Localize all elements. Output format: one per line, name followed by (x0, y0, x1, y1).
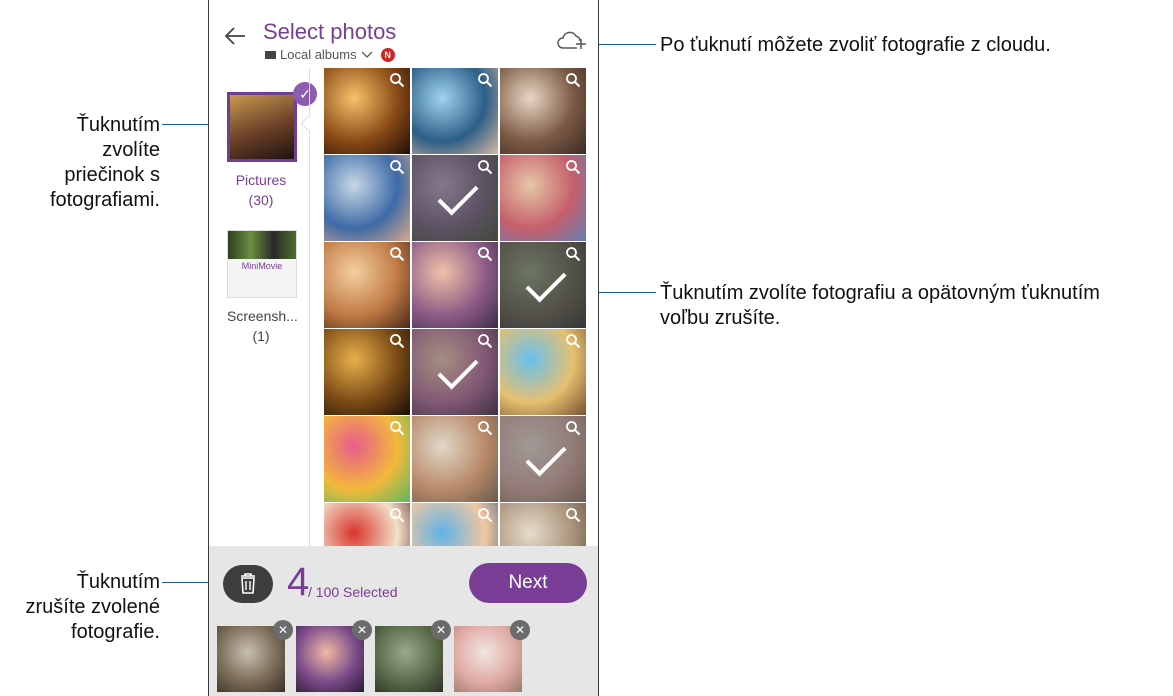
callout-folder-leader (162, 124, 214, 125)
folder-count: (1) (252, 328, 270, 344)
delete-button[interactable] (223, 565, 273, 603)
photo-tile[interactable] (412, 503, 498, 546)
photo-grid (324, 68, 586, 546)
thumbnail-text: MiniMovie (241, 261, 283, 271)
photo-tile[interactable] (324, 503, 410, 546)
photo-tile[interactable] (412, 155, 498, 241)
callout-cloud-leader (592, 44, 656, 45)
remove-icon[interactable]: ✕ (273, 620, 293, 640)
photo-tile[interactable] (500, 329, 586, 415)
photo-tile[interactable] (324, 68, 410, 154)
zoom-icon[interactable] (477, 507, 493, 523)
folder-pictures[interactable]: ✓ Pictures (30) (227, 82, 317, 210)
photo-tile[interactable] (500, 503, 586, 546)
check-icon (525, 435, 567, 477)
remove-icon[interactable]: ✕ (510, 620, 530, 640)
folder-name: Screensh... (1) (227, 306, 298, 346)
back-arrow-icon[interactable] (223, 24, 247, 53)
callout-folder-line-4: fotografiami. (49, 189, 160, 211)
check-icon: ✓ (293, 82, 317, 106)
zoom-icon[interactable] (389, 72, 405, 88)
album-label: Local albums (280, 47, 357, 62)
callout-folder-line-1: Ťuknutím (76, 114, 160, 136)
selected-count: 4 (287, 560, 310, 604)
chevron-down-icon (361, 51, 373, 58)
folder-screenshots[interactable]: MiniMovie Screensh... (1) (227, 230, 298, 346)
callout-cloud: Po ťuknutí môžete zvoliť fotografie z cl… (660, 34, 1051, 56)
album-icon (265, 50, 276, 59)
top-bar: Select photos Local albums N (209, 0, 598, 68)
zoom-icon[interactable] (389, 159, 405, 175)
remove-icon[interactable]: ✕ (431, 620, 451, 640)
photo-tile[interactable] (500, 416, 586, 502)
thumbnail-image (228, 231, 296, 259)
zoom-icon[interactable] (565, 333, 581, 349)
callout-photo-line-2: voľbu zrušíte. (660, 307, 781, 329)
callout-delete-line-3: fotografie. (71, 621, 160, 643)
photo-tile[interactable] (500, 68, 586, 154)
callout-folder: Ťuknutím zvolíte priečinok s fotografiam… (30, 113, 160, 213)
new-badge: N (380, 47, 395, 62)
zoom-icon[interactable] (477, 246, 493, 262)
zoom-icon[interactable] (389, 246, 405, 262)
photo-tile[interactable] (412, 329, 498, 415)
callout-delete-line-1: Ťuknutím (76, 571, 160, 593)
callout-delete-line-2: zrušíte zvolené (25, 596, 160, 618)
zoom-icon[interactable] (477, 420, 493, 436)
selection-bar: 4 / 100 Selected Next ✕ ✕ ✕ ✕ (209, 546, 598, 696)
photo-tile[interactable] (324, 242, 410, 328)
zoom-icon[interactable] (565, 507, 581, 523)
phone-screen: Select photos Local albums N ✓ Pictures … (208, 0, 599, 696)
folder-thumbnail (227, 92, 297, 162)
photo-tile[interactable] (412, 416, 498, 502)
zoom-icon[interactable] (565, 159, 581, 175)
check-icon (525, 261, 567, 303)
folder-thumbnail: MiniMovie (227, 230, 297, 298)
zoom-icon[interactable] (477, 159, 493, 175)
zoom-icon[interactable] (389, 420, 405, 436)
callout-folder-line-2: zvolíte (102, 139, 160, 161)
callout-photo-line-1: Ťuknutím zvolíte fotografiu a opätovným … (660, 282, 1100, 304)
page-title: Select photos (263, 19, 397, 44)
photo-tile[interactable] (412, 242, 498, 328)
folder-sidebar: ✓ Pictures (30) MiniMovie Screensh... (1… (209, 68, 317, 546)
zoom-icon[interactable] (389, 333, 405, 349)
photo-tile[interactable] (500, 242, 586, 328)
check-icon (437, 174, 479, 216)
folder-name-label: Screensh... (227, 308, 298, 324)
zoom-icon[interactable] (565, 420, 581, 436)
photo-tile[interactable] (324, 155, 410, 241)
folder-count: (30) (248, 192, 274, 208)
zoom-icon[interactable] (565, 72, 581, 88)
callout-delete: Ťuknutím zrušíte zvolené fotografie. (0, 570, 160, 645)
album-selector[interactable]: Local albums N (265, 47, 395, 62)
callout-photo: Ťuknutím zvolíte fotografiu a opätovným … (660, 281, 1170, 331)
next-button[interactable]: Next (469, 563, 587, 603)
zoom-icon[interactable] (389, 507, 405, 523)
trash-icon (241, 573, 255, 594)
folder-name: Pictures (30) (227, 170, 295, 210)
zoom-icon[interactable] (477, 333, 493, 349)
photo-tile[interactable] (412, 68, 498, 154)
remove-icon[interactable]: ✕ (352, 620, 372, 640)
photo-tile[interactable] (324, 329, 410, 415)
zoom-icon[interactable] (477, 72, 493, 88)
folder-name-label: Pictures (235, 172, 287, 188)
photo-tile[interactable] (324, 416, 410, 502)
zoom-icon[interactable] (565, 246, 581, 262)
check-icon (437, 348, 479, 390)
callout-photo-leader (592, 292, 656, 293)
photo-tile[interactable] (500, 155, 586, 241)
sidebar-divider (309, 68, 310, 546)
callout-folder-line-3: priečinok s (64, 164, 160, 186)
cloud-add-icon[interactable] (557, 29, 587, 56)
selected-count-label: / 100 Selected (308, 584, 398, 600)
